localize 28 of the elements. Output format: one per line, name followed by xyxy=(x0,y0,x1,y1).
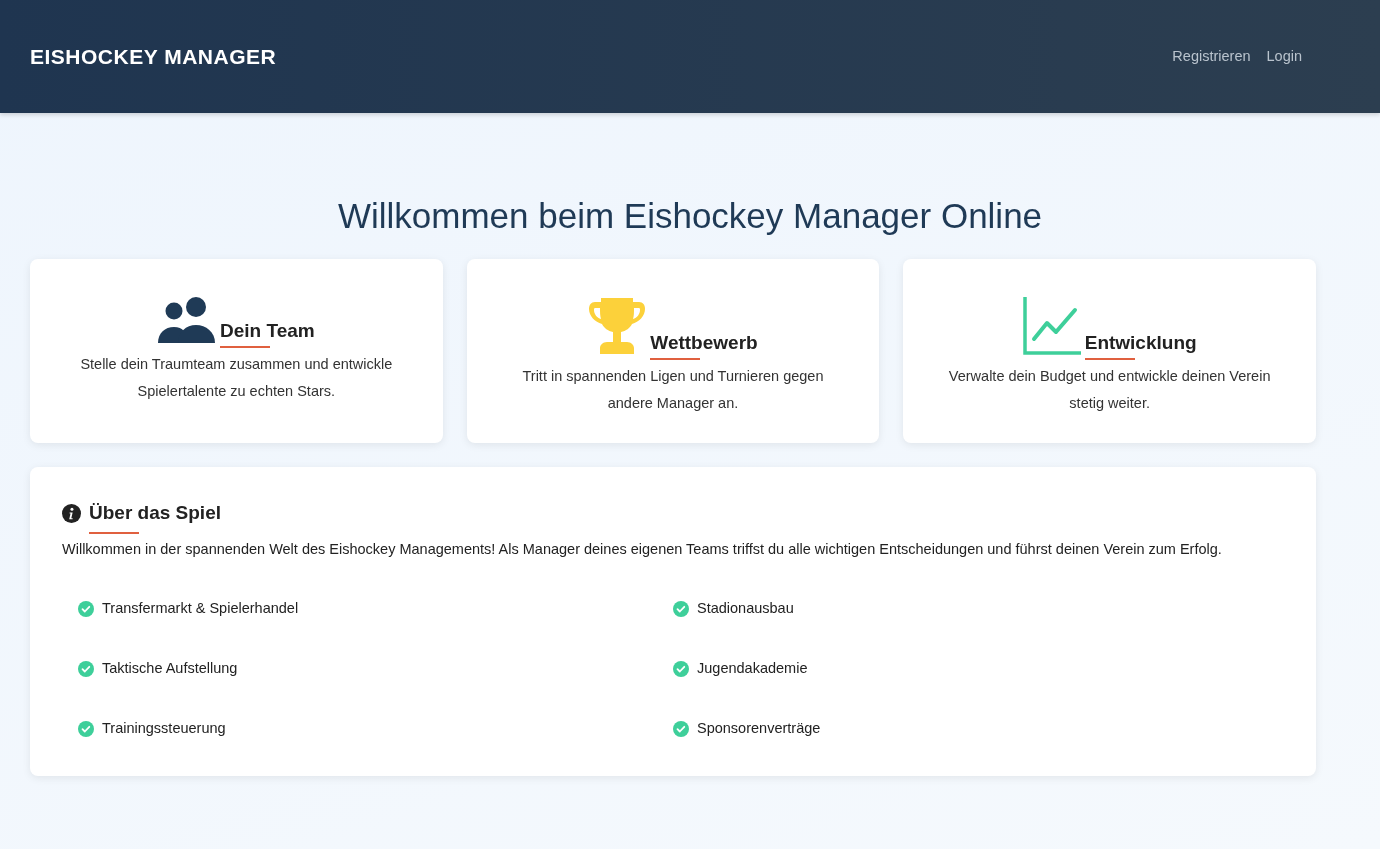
feature-list-item: Trainingssteuerung xyxy=(102,718,226,738)
feature-list-item: Stadionausbau xyxy=(697,599,794,619)
trophy-icon xyxy=(588,297,647,355)
card-description: Tritt in spannenden Ligen und Turnieren gegen andere Manager an. xyxy=(521,367,825,413)
check-circle-icon xyxy=(673,660,689,677)
nav-link[interactable]: Registrieren xyxy=(1172,45,1251,68)
page-heading: Willkommen beim Eishockey Manager Online xyxy=(336,195,1044,237)
card-heading: Wettbewerb xyxy=(650,332,758,360)
feature-list-item: Taktische Aufstellung xyxy=(102,659,238,679)
people-icon xyxy=(158,297,216,343)
about-text: Willkommen in der spannenden Welt des Eishockey Managements! Als Manager deines eigenen Teams triffst du alle wichtigen Entscheidungen und führst deinen Verein zum Erfolg. xyxy=(62,539,1223,559)
check-circle-icon xyxy=(78,660,94,677)
feature-list-item: Sponsorenverträge xyxy=(697,718,821,738)
check-circle-icon xyxy=(78,601,94,618)
check-circle-icon xyxy=(78,720,94,737)
card-description: Stelle dein Traumteam zusammen und entwickle Spielertalente zu echten Stars. xyxy=(79,355,394,401)
feature-list-item: Transfermarkt & Spielerhandel xyxy=(102,599,299,619)
feature-list-item: Jugendakademie xyxy=(697,659,808,679)
card-description: Verwalte dein Budget und entwickle deinen Verein stetig weiter. xyxy=(947,367,1272,413)
section-heading: Über das Spiel xyxy=(89,499,221,534)
card-heading: Dein Team xyxy=(220,320,315,348)
info-icon xyxy=(62,503,81,523)
check-circle-icon xyxy=(673,601,689,618)
nav-link[interactable]: Login xyxy=(1266,45,1302,68)
check-circle-icon xyxy=(673,720,689,737)
brand-title[interactable]: EISHOCKEY MANAGER xyxy=(30,40,277,73)
card-heading: Entwicklung xyxy=(1084,332,1197,360)
line-chart-icon xyxy=(1022,297,1081,355)
